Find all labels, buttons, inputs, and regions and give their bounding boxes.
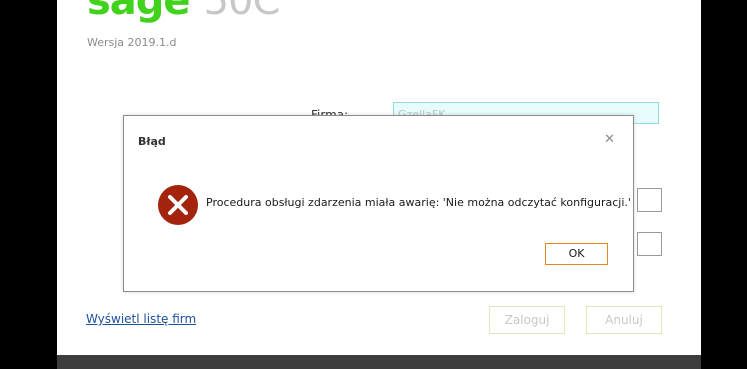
logo-product: 50C (203, 0, 281, 24)
error-dialog: Błąd ✕ Procedura obsługi zdarzenia miała… (123, 115, 634, 292)
user-field[interactable] (637, 188, 662, 212)
login-button[interactable]: Zaloguj (489, 306, 565, 334)
ok-button[interactable]: OK (545, 243, 608, 265)
cancel-button[interactable]: Anuluj (586, 306, 662, 334)
sage-logo: sage 50C (87, 0, 281, 24)
dialog-title: Błąd (138, 135, 166, 148)
version-label: Wersja 2019.1.d (87, 36, 177, 49)
dialog-message: Procedura obsługi zdarzenia miała awarię… (206, 196, 631, 209)
window-bottom-bar (57, 355, 701, 369)
error-icon (158, 185, 198, 225)
company-list-link[interactable]: Wyświetl listę firm (86, 312, 196, 326)
logo-brand: sage (87, 0, 191, 24)
password-field[interactable] (637, 232, 662, 256)
close-icon[interactable]: ✕ (604, 132, 615, 148)
